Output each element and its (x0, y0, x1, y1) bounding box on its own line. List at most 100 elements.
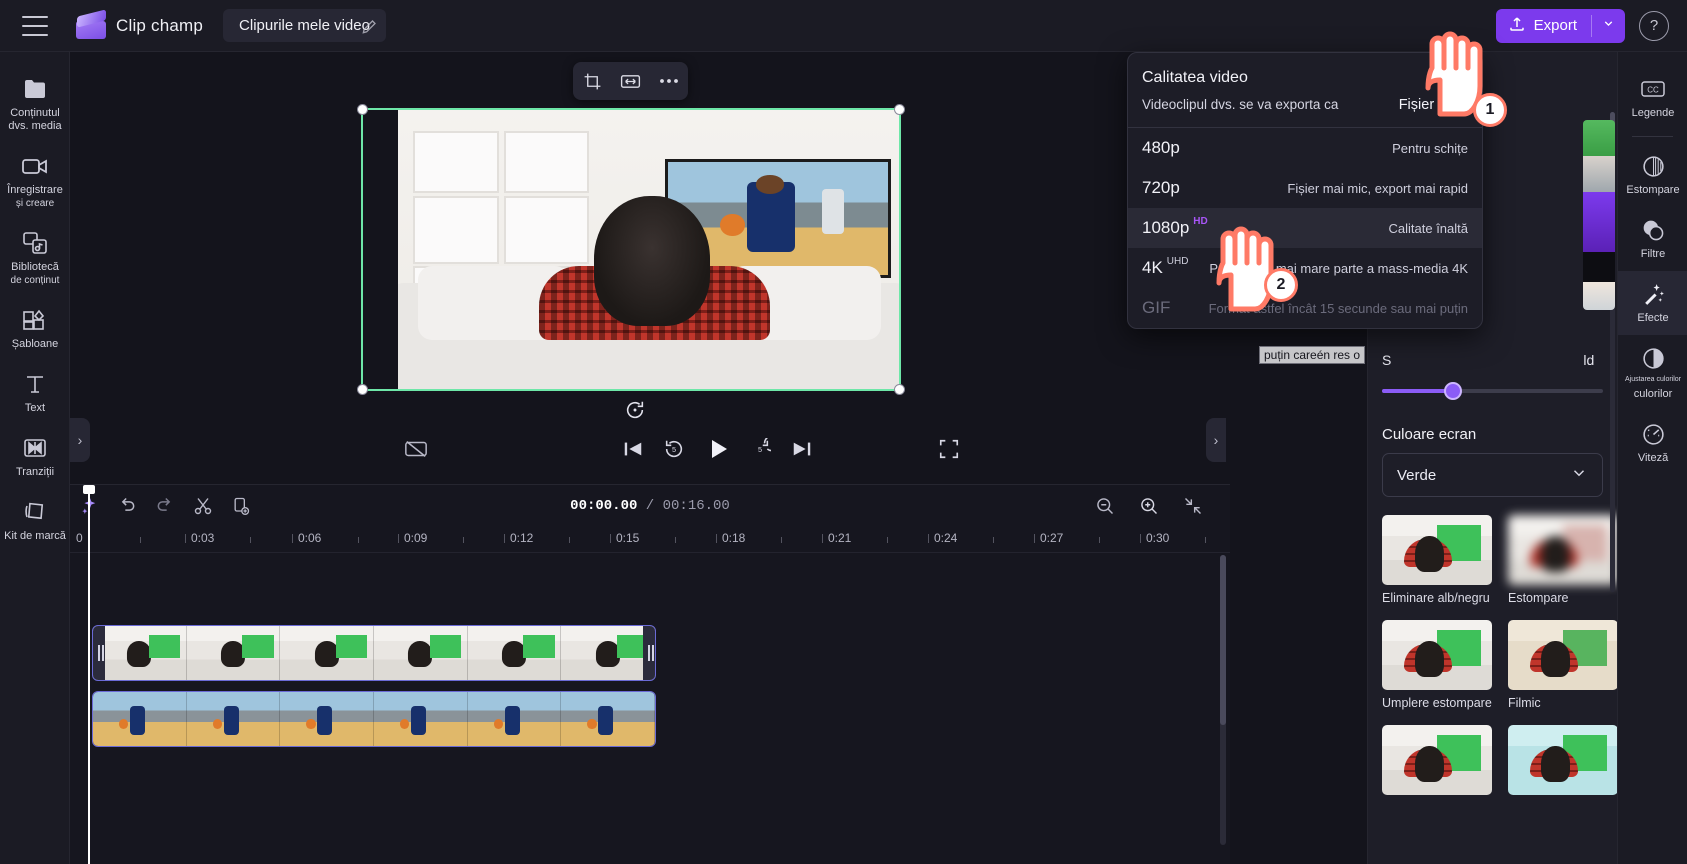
resize-handle-top-left[interactable] (357, 104, 368, 115)
tab-color-adjust[interactable]: Ajustarea culorilor culorilor (1618, 335, 1687, 411)
tab-speed-label: Viteză (1637, 452, 1669, 464)
effect-thumbnail (1508, 620, 1617, 690)
export-option-res: 720p (1142, 178, 1180, 197)
tab-effects-label: Efecte (1637, 312, 1669, 324)
play-icon[interactable] (706, 437, 730, 461)
ruler-tick-minor (358, 531, 364, 545)
tab-captions[interactable]: CC Legende (1618, 66, 1687, 130)
tab-effects[interactable]: Efecte (1618, 271, 1687, 335)
slider-knob[interactable] (1443, 382, 1462, 400)
timeline-scrollbar[interactable] (1220, 555, 1226, 845)
effect-thumbnail (1382, 620, 1492, 690)
export-option-1080p[interactable]: 1080p HD Calitate înaltă (1128, 208, 1482, 248)
timeline-ruler[interactable]: 0 0:03 0:06 0:09 0:12 0:15 0:18 0:21 0:2… (70, 527, 1230, 553)
tab-filters[interactable]: Filtre (1618, 207, 1687, 271)
skip-to-start-icon[interactable] (622, 439, 644, 459)
export-option-gif[interactable]: GIF Format astfel încât 15 secunde sau m… (1128, 288, 1482, 328)
intensity-slider[interactable] (1382, 382, 1603, 400)
export-option-desc: Calitate înaltă (1388, 221, 1469, 236)
uhd-badge: UHD (1166, 256, 1189, 267)
effect-label: Eliminare alb/negru (1382, 591, 1490, 605)
ruler-tick: 0:18 (716, 531, 745, 545)
callout-step-2: 2 (1264, 268, 1298, 302)
no-captions-icon[interactable] (404, 439, 428, 459)
playhead[interactable] (83, 485, 95, 864)
hamburger-icon[interactable] (22, 15, 48, 36)
ruler-tick-minor (250, 531, 256, 545)
crop-icon[interactable] (577, 68, 607, 94)
effect-label: Filmic (1508, 696, 1541, 710)
help-button[interactable]: ? (1639, 10, 1669, 41)
tab-captions-label: Legende (1631, 107, 1675, 119)
resize-handle-bottom-right[interactable] (894, 384, 905, 395)
timeline-panel: 00:00.00 / 00:16.00 0 0:03 0:06 0:09 0:1… (70, 484, 1230, 864)
selection-toolbar (573, 62, 688, 100)
export-option-480p[interactable]: 480p Pentru schițe (1128, 128, 1482, 168)
slider-fill (1382, 389, 1449, 393)
table-row[interactable] (92, 691, 656, 747)
ruler-tick: 0:21 (822, 531, 851, 545)
ruler-tick: 0:03 (185, 531, 214, 545)
ruler-tick: 0:24 (928, 531, 957, 545)
sidebar-item-content-library-label: Bibliotecă de conținut (2, 261, 68, 287)
skip-to-end-icon[interactable] (791, 439, 813, 459)
ruler-tick-minor (781, 531, 787, 545)
effect-card[interactable] (1508, 725, 1617, 801)
resize-handle-top-right[interactable] (894, 104, 905, 115)
tab-fade[interactable]: Estompare (1618, 143, 1687, 207)
pencil-icon[interactable] (360, 16, 380, 36)
ruler-tick: 0:27 (1034, 531, 1063, 545)
fit-icon[interactable] (615, 68, 645, 94)
fullscreen-icon[interactable] (938, 438, 960, 460)
rewind-5-icon[interactable]: 5 (663, 438, 685, 460)
slider-label-left: S (1382, 352, 1392, 368)
help-icon: ? (1649, 17, 1659, 34)
ruler-tick-minor (675, 531, 681, 545)
sidebar-item-text[interactable]: Text (0, 361, 70, 425)
export-option-res: 4K (1142, 258, 1163, 277)
sidebar-item-brand-kit-label: Kit de marcă (4, 530, 66, 542)
closed-captions-icon: CC (1620, 75, 1686, 103)
sidebar-item-content-library[interactable]: Bibliotecă de conținut (0, 220, 70, 297)
effect-card[interactable] (1382, 725, 1492, 801)
sidebar-item-templates-label: Șabloane (11, 338, 59, 350)
export-menu-subtitle: Videoclipul dvs. se va exporta ca (1142, 97, 1339, 112)
forward-5-icon[interactable]: 5 (749, 438, 771, 460)
screen-color-select[interactable]: Verde (1382, 453, 1603, 497)
effect-card[interactable]: Filmic (1508, 620, 1617, 711)
ruler-tick-minor (1205, 531, 1211, 545)
export-dropdown-caret[interactable] (1592, 9, 1625, 43)
effect-card[interactable]: Eliminare alb/negru (1382, 515, 1492, 606)
clip-trim-handle-left[interactable] (93, 626, 105, 680)
effect-card[interactable]: Umplere estompare (1382, 620, 1492, 711)
brand-logo-button[interactable]: Clip champ (76, 8, 203, 39)
sidebar-item-brand-kit[interactable]: Kit de marcă (0, 489, 70, 553)
svg-text:5: 5 (758, 445, 762, 454)
video-preview[interactable] (357, 104, 905, 395)
export-option-res: GIF (1142, 298, 1171, 317)
tab-speed[interactable]: Viteză (1618, 411, 1687, 475)
table-row[interactable] (92, 625, 656, 681)
sidebar-item-media-label: Conținutul dvs. media (8, 107, 62, 132)
effect-card[interactable]: Estompare (1508, 515, 1617, 606)
clip-trim-handle-right[interactable] (643, 626, 655, 680)
sidebar-item-record[interactable]: Înregistrare și creare (0, 143, 70, 220)
effect-thumbnail (1508, 725, 1617, 795)
resize-handle-bottom-left[interactable] (357, 384, 368, 395)
content-library-icon (2, 229, 68, 257)
tab-color-adjust-sublabel: Ajustarea culorilor (1624, 376, 1682, 383)
effect-thumbnail (1508, 515, 1617, 585)
sidebar-item-media[interactable]: Conținutul dvs. media (0, 66, 70, 143)
export-option-720p[interactable]: 720p Fișier mai mic, export mai rapid (1128, 168, 1482, 208)
sidebar-item-transitions[interactable]: Tranziții (0, 425, 70, 489)
left-sidebar: Conținutul dvs. media Înregistrare și cr… (0, 52, 70, 864)
more-options-icon[interactable] (654, 68, 684, 94)
effect-thumbnail (1382, 725, 1492, 795)
export-option-4k[interactable]: 4K UHD Pentru cea mai mare parte a mass-… (1128, 248, 1482, 288)
export-button[interactable]: Export (1495, 8, 1625, 43)
ruler-tick: 0:30 (1140, 531, 1169, 545)
sidebar-item-record-sub: și creare (15, 198, 55, 209)
rotate-icon[interactable] (624, 399, 646, 421)
sidebar-item-templates[interactable]: Șabloane (0, 297, 70, 361)
sidebar-item-transitions-label: Tranziții (15, 466, 55, 478)
